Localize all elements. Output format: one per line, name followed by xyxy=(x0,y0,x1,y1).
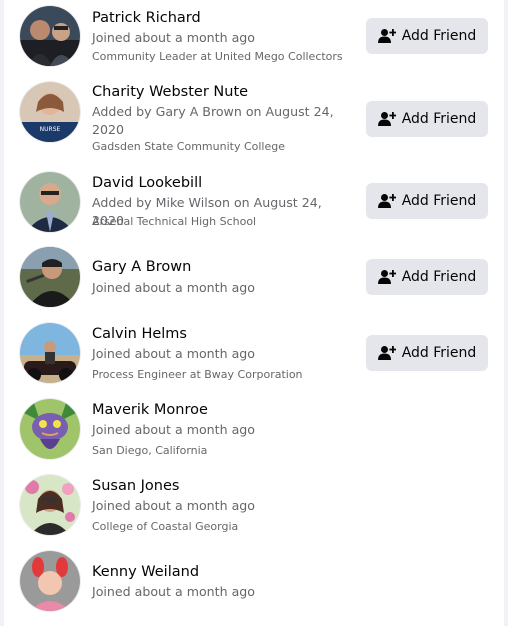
member-name[interactable]: Maverik Monroe xyxy=(92,401,208,420)
add-friend-label: Add Friend xyxy=(401,269,477,285)
add-friend-label: Add Friend xyxy=(401,345,477,361)
member-name[interactable]: David Lookebill xyxy=(92,174,202,193)
member-detail: College of Coastal Georgia xyxy=(92,520,239,533)
add-friend-button[interactable]: Add Friend xyxy=(366,183,488,219)
member-row: Patrick Richard Joined about a month ago… xyxy=(4,0,504,72)
member-joined-info: Joined about a month ago xyxy=(92,498,255,513)
avatar[interactable] xyxy=(20,551,80,611)
avatar-photo xyxy=(20,323,80,383)
add-friend-button[interactable]: Add Friend xyxy=(366,101,488,137)
avatar-photo xyxy=(20,475,80,535)
add-friend-button[interactable]: Add Friend xyxy=(366,18,488,54)
member-list: Patrick Richard Joined about a month ago… xyxy=(4,0,504,626)
member-row: Maverik Monroe Joined about a month ago … xyxy=(4,392,504,468)
member-joined-info: Joined about a month ago xyxy=(92,346,255,361)
member-name[interactable]: Gary A Brown xyxy=(92,258,191,277)
member-detail: San Diego, California xyxy=(92,444,208,457)
member-detail: Community Leader at United Mego Collecto… xyxy=(92,50,343,63)
member-joined-info: Added by Gary A Brown on August 24, 2020 xyxy=(92,104,334,137)
add-friend-label: Add Friend xyxy=(401,28,477,44)
member-name[interactable]: Susan Jones xyxy=(92,477,179,496)
avatar-photo xyxy=(20,247,80,307)
person-plus-icon xyxy=(377,112,396,126)
member-name[interactable]: Patrick Richard xyxy=(92,9,201,28)
avatar-photo xyxy=(20,399,80,459)
avatar[interactable]: NURSE xyxy=(20,82,80,142)
add-friend-label: Add Friend xyxy=(401,193,477,209)
member-row: Kenny Weiland Joined about a month ago xyxy=(4,544,504,626)
person-plus-icon xyxy=(377,29,396,43)
member-joined-info: Joined about a month ago xyxy=(92,280,255,295)
member-row: NURSE Charity Webster Nute Added by Gary… xyxy=(4,72,504,164)
member-name[interactable]: Kenny Weiland xyxy=(92,563,199,582)
avatar[interactable] xyxy=(20,323,80,383)
member-joined-info: Joined about a month ago xyxy=(92,422,255,437)
avatar[interactable] xyxy=(20,247,80,307)
person-plus-icon xyxy=(377,194,396,208)
avatar[interactable] xyxy=(20,399,80,459)
add-friend-button[interactable]: Add Friend xyxy=(366,335,488,371)
member-joined-info: Joined about a month ago xyxy=(92,584,255,599)
member-joined-info: Joined about a month ago xyxy=(92,30,255,45)
avatar-badge-text: NURSE xyxy=(40,126,61,133)
avatar-photo xyxy=(20,6,80,66)
avatar[interactable] xyxy=(20,475,80,535)
avatar-photo: NURSE xyxy=(20,82,80,142)
member-detail: Process Engineer at Bway Corporation xyxy=(92,368,303,381)
member-detail: Gadsden State Community College xyxy=(92,140,286,153)
add-friend-button[interactable]: Add Friend xyxy=(366,259,488,295)
person-plus-icon xyxy=(377,270,396,284)
avatar-photo xyxy=(20,172,80,232)
avatar[interactable] xyxy=(20,172,80,232)
member-row: Susan Jones Joined about a month ago Col… xyxy=(4,468,504,544)
member-row: Gary A Brown Joined about a month ago Ad… xyxy=(4,240,504,316)
add-friend-label: Add Friend xyxy=(401,111,477,127)
member-name[interactable]: Charity Webster Nute xyxy=(92,83,248,102)
avatar[interactable] xyxy=(20,6,80,66)
avatar-photo xyxy=(20,551,80,611)
member-name[interactable]: Calvin Helms xyxy=(92,325,187,344)
member-row: David Lookebill Added by Mike Wilson on … xyxy=(4,164,504,240)
person-plus-icon xyxy=(377,346,396,360)
member-detail: Arsenal Technical High School xyxy=(92,215,257,228)
member-row: Calvin Helms Joined about a month ago Pr… xyxy=(4,316,504,392)
